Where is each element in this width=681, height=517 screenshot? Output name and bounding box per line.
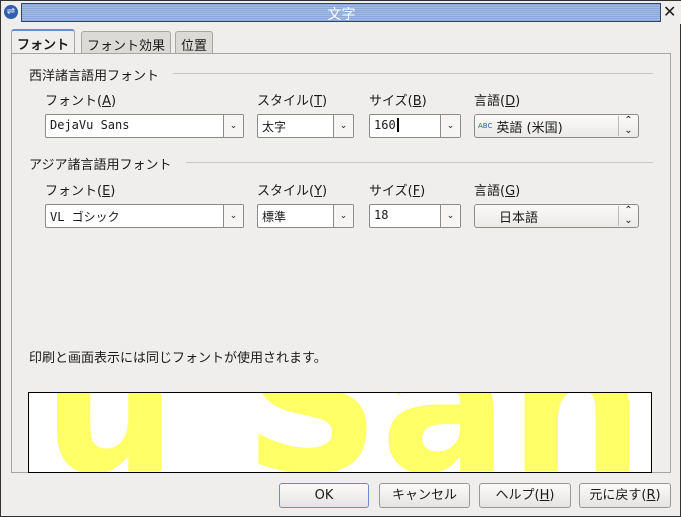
font-preview: DejaVu Sans [28,392,652,473]
ok-button[interactable]: OK [279,483,369,508]
western-language-label: 言語(D) [474,94,521,109]
close-icon[interactable]: ✕ [663,2,676,21]
tab-position[interactable]: 位置 [175,31,214,54]
asian-style-input[interactable]: 標準 [258,205,333,227]
asian-size-input[interactable]: 18 [370,205,440,227]
preview-canvas: DejaVu Sans [29,393,652,473]
asian-size-label: サイズ(F) [369,184,426,199]
font-note: 印刷と画面表示には同じフォントが使用されます。 [29,351,327,366]
cancel-button[interactable]: キャンセル [379,483,470,508]
asian-style-combo[interactable]: 標準 ⌄ [257,204,354,228]
western-size-input[interactable]: 160 [370,115,440,137]
divider [186,162,653,163]
chevron-down-icon[interactable]: ⌄ [333,115,353,137]
up-down-chevron-icon: ⌃ ⌄ [618,116,638,136]
western-size-label: サイズ(B) [369,94,427,109]
tab-font-effects[interactable]: フォント効果 [81,31,172,54]
help-button[interactable]: ヘルプ(H) [479,483,571,508]
text-cursor [396,118,399,132]
spellcheck-icon: ABC [478,122,493,130]
western-style-input[interactable]: 太字 [258,115,333,137]
reset-button[interactable]: 元に戻す(R) [579,483,671,508]
asian-language-value: 日本語 [499,210,539,226]
western-language-select[interactable]: ABC 英語 (米国) ⌃ ⌄ [474,114,639,138]
western-heading: 西洋諸言語用フォント [29,69,160,84]
window-title: 文字 [327,7,356,23]
asian-font-input[interactable]: VL ゴシック [46,205,223,227]
chevron-down-icon[interactable]: ⌄ [440,115,460,137]
chevron-down-icon[interactable]: ⌄ [440,205,460,227]
western-font-input[interactable]: DejaVu Sans [46,115,223,137]
preview-text: DejaVu Sans [29,393,652,473]
chevron-down-icon[interactable]: ⌄ [223,205,243,227]
asian-font-label: フォント(E) [45,184,116,199]
chevron-down-icon[interactable]: ⌄ [333,205,353,227]
asian-size-combo[interactable]: 18 ⌄ [369,204,461,228]
asian-language-label: 言語(G) [474,184,521,199]
app-menu-icon[interactable]: ⇌ [4,5,18,19]
western-size-combo[interactable]: 160 ⌄ [369,114,461,138]
western-style-label: スタイル(T) [257,94,328,109]
asian-font-combo[interactable]: VL ゴシック ⌄ [45,204,244,228]
western-style-combo[interactable]: 太字 ⌄ [257,114,354,138]
asian-heading: アジア諸言語用フォント [29,158,172,173]
asian-language-select[interactable]: 日本語 ⌃ ⌄ [474,204,639,228]
divider [173,73,653,74]
chevron-down-icon[interactable]: ⌄ [223,115,243,137]
western-font-label: フォント(A) [45,94,117,109]
size-value: 160 [374,118,396,132]
western-language-value: 英語 (米国) [496,120,563,136]
up-down-chevron-icon: ⌃ ⌄ [618,206,638,226]
tab-font[interactable]: フォント [11,29,76,54]
asian-style-label: スタイル(Y) [257,184,328,199]
western-font-combo[interactable]: DejaVu Sans ⌄ [45,114,244,138]
